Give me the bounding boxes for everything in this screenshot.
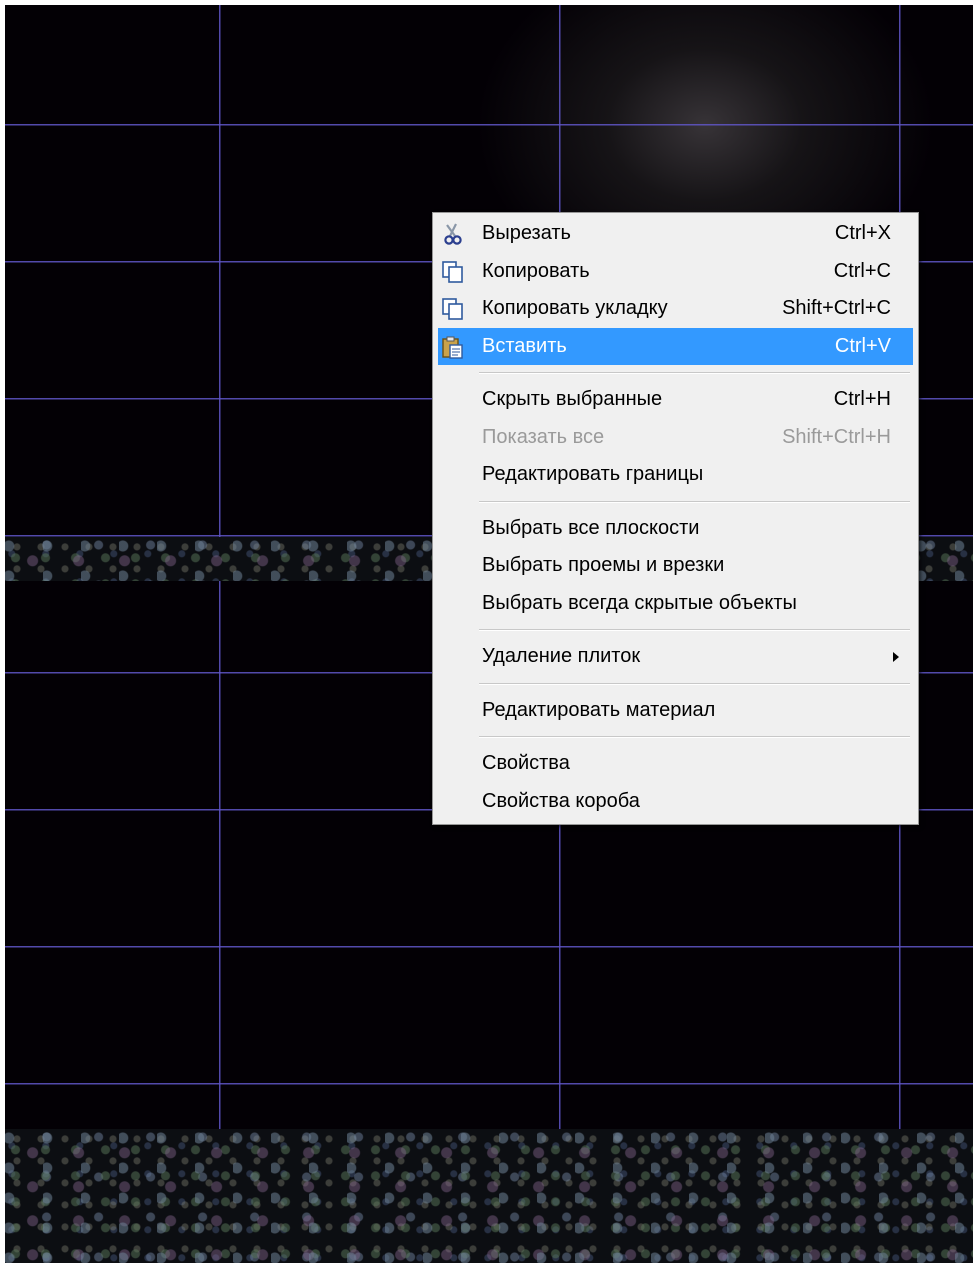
copy-icon: [440, 259, 466, 285]
copy-icon: [440, 296, 466, 322]
menu-item-copy-layout[interactable]: Копировать укладку Shift+Ctrl+C: [438, 290, 913, 328]
menu-item-label: Вырезать: [482, 222, 571, 245]
menu-item-select-all-planes[interactable]: Выбрать все плоскости: [438, 510, 913, 548]
menu-separator: [479, 682, 910, 685]
menu-item-label: Копировать укладку: [482, 297, 668, 320]
menu-item-show-all: Показать все Shift+Ctrl+H: [438, 419, 913, 457]
menu-item-hide-selected[interactable]: Скрыть выбранные Ctrl+H: [438, 381, 913, 419]
menu-item-properties[interactable]: Свойства: [438, 745, 913, 783]
menu-item-label: Редактировать границы: [482, 463, 704, 486]
menu-item-paste[interactable]: Вставить Ctrl+V: [438, 327, 913, 365]
scissors-icon: [440, 221, 466, 247]
tile-viewport[interactable]: Вырезать Ctrl+X Копировать Ctrl+C Копиро…: [5, 5, 973, 1263]
menu-separator: [479, 736, 910, 738]
menu-item-label: Копировать: [482, 259, 590, 282]
menu-item-label: Выбрать проемы и врезки: [482, 554, 725, 577]
menu-separator: [479, 500, 910, 503]
menu-item-label: Вставить: [482, 334, 567, 357]
menu-item-label: Удаление плиток: [482, 645, 641, 668]
menu-item-copy[interactable]: Копировать Ctrl+C: [438, 253, 913, 291]
menu-item-select-openings[interactable]: Выбрать проемы и врезки: [438, 547, 913, 585]
menu-item-delete-tiles[interactable]: Удаление плиток: [438, 638, 913, 676]
menu-item-shortcut: Shift+Ctrl+C: [782, 297, 891, 320]
menu-item-label: Скрыть выбранные: [482, 388, 663, 411]
menu-item-shortcut: Ctrl+X: [834, 222, 891, 245]
menu-item-select-hidden-objects[interactable]: Выбрать всегда скрытые объекты: [438, 585, 913, 623]
menu-item-shortcut: Ctrl+V: [834, 334, 891, 357]
menu-item-label: Показать все: [482, 425, 605, 448]
menu-item-shortcut: Ctrl+H: [833, 388, 891, 411]
menu-item-shortcut: Ctrl+C: [833, 259, 891, 282]
menu-item-edit-material[interactable]: Редактировать материал: [438, 692, 913, 730]
menu-separator: [479, 372, 910, 374]
menu-item-label: Свойства: [482, 752, 570, 775]
menu-item-box-properties[interactable]: Свойства короба: [438, 783, 913, 821]
menu-item-shortcut: Shift+Ctrl+H: [782, 425, 891, 448]
floral-base-tile-strip: [5, 1129, 973, 1263]
context-menu: Вырезать Ctrl+X Копировать Ctrl+C Копиро…: [432, 212, 919, 825]
menu-item-label: Свойства короба: [482, 789, 640, 812]
menu-item-label: Выбрать всегда скрытые объекты: [482, 591, 797, 614]
menu-item-edit-borders[interactable]: Редактировать границы: [438, 456, 913, 494]
menu-item-cut[interactable]: Вырезать Ctrl+X: [438, 215, 913, 253]
menu-item-label: Редактировать материал: [482, 698, 716, 721]
submenu-arrow-icon: [893, 652, 899, 662]
menu-item-label: Выбрать все плоскости: [482, 516, 700, 539]
paste-icon: [440, 334, 466, 360]
menu-separator: [479, 629, 910, 631]
